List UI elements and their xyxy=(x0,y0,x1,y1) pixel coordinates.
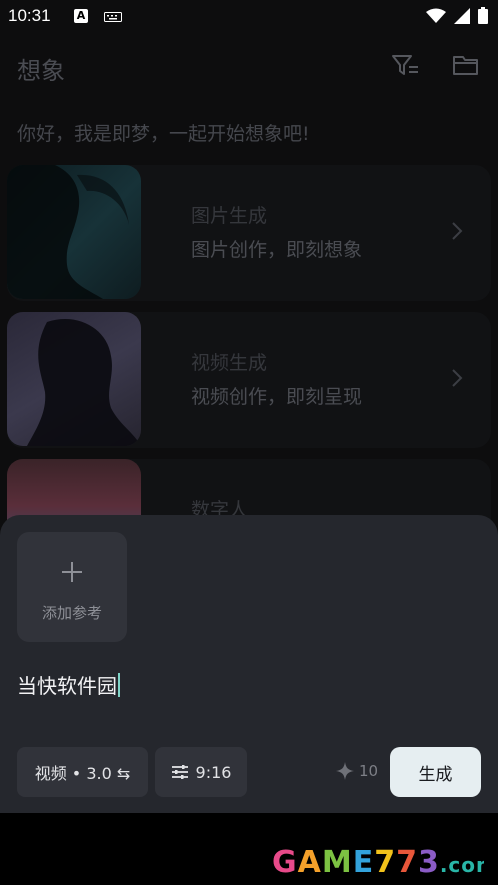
card-title: 视频生成 xyxy=(191,352,268,374)
page-title: 想象 xyxy=(17,57,65,85)
status-icons xyxy=(426,7,488,24)
card-title: 图片生成 xyxy=(191,205,268,227)
credits-count: 10 xyxy=(359,762,379,780)
generate-label: 生成 xyxy=(418,764,453,785)
add-reference-button[interactable]: 添加参考 xyxy=(17,532,127,642)
filter-icon[interactable] xyxy=(390,50,420,80)
mode-selector-chip[interactable]: 视频 • 3.0 ⇆ xyxy=(17,747,148,797)
sliders-icon xyxy=(171,765,188,779)
chevron-right-icon xyxy=(452,222,463,240)
status-bar: 10:31 A xyxy=(0,0,498,34)
keyboard-icon xyxy=(104,12,122,22)
svg-text:GAME773.com: GAME773.com xyxy=(272,845,484,880)
mode-chip-label: 视频 • 3.0 ⇆ xyxy=(34,764,131,783)
battery-icon xyxy=(478,7,488,24)
portrait-silhouette xyxy=(7,165,129,299)
card-subtitle: 视频创作，即刻呈现 xyxy=(191,386,363,408)
sparkle-icon xyxy=(336,762,354,780)
aspect-ratio-chip[interactable]: 9:16 xyxy=(155,747,247,797)
image-generation-card[interactable]: 图片生成 图片创作，即刻想象 xyxy=(7,165,491,301)
card-subtitle: 图片创作，即刻想象 xyxy=(191,239,363,261)
text-cursor xyxy=(118,673,120,697)
status-time: 10:31 xyxy=(8,6,51,25)
video-generation-thumbnail xyxy=(7,312,141,446)
game773-watermark-logo: GAME773.com xyxy=(272,845,484,880)
folder-icon[interactable] xyxy=(451,50,481,80)
app-screen: 10:31 A 想象 你好，我是即梦，一起开始想象吧! 图片生成 图片创作，即刻… xyxy=(0,0,498,885)
credits-indicator: 10 xyxy=(336,762,378,780)
greeting-text: 你好，我是即梦，一起开始想象吧! xyxy=(17,123,310,145)
creation-panel: 添加参考 当快软件园 视频 • 3.0 ⇆ 9:16 10 生成 xyxy=(0,515,498,813)
plus-icon xyxy=(62,562,82,582)
add-reference-label: 添加参考 xyxy=(41,604,102,622)
video-generation-card[interactable]: 视频生成 视频创作，即刻呈现 xyxy=(7,312,491,448)
hair-silhouette xyxy=(27,319,141,446)
prompt-input[interactable]: 当快软件园 xyxy=(17,670,120,699)
aspect-ratio-label: 9:16 xyxy=(195,762,232,782)
prompt-text: 当快软件园 xyxy=(17,674,117,698)
wifi-icon xyxy=(426,8,446,23)
image-generation-thumbnail xyxy=(7,165,141,299)
generate-button[interactable]: 生成 xyxy=(390,747,481,797)
chevron-right-icon xyxy=(452,369,463,387)
signal-icon xyxy=(454,7,470,24)
accessibility-badge-icon: A xyxy=(74,9,88,23)
